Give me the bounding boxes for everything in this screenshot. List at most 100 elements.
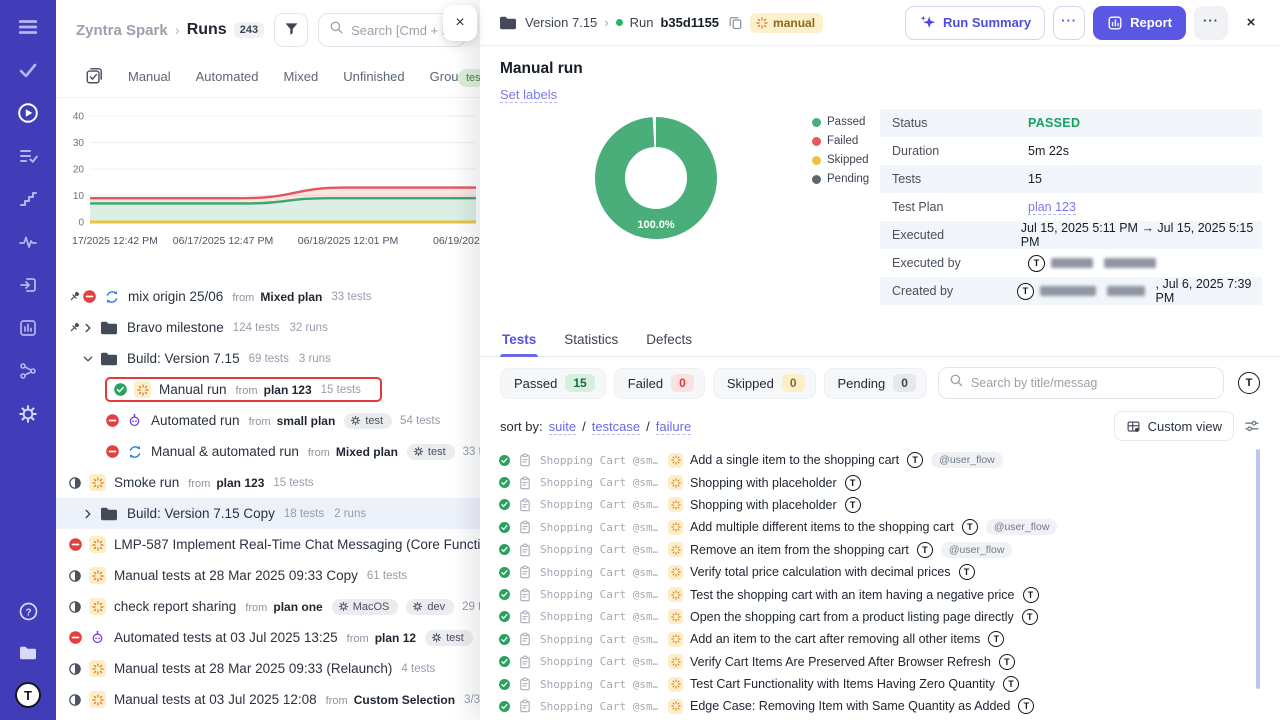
- run-from-plan: from Custom Selection: [326, 693, 455, 707]
- help-icon[interactable]: ?: [15, 598, 41, 624]
- chevron-right-icon[interactable]: [82, 322, 99, 334]
- runs-search-input[interactable]: [351, 23, 455, 38]
- tab-overflow-chip[interactable]: tes: [458, 69, 480, 87]
- select-runs-icon[interactable]: [85, 67, 103, 85]
- run-group-row[interactable]: Build: Version 7.15 Copy18 tests2 runs: [56, 498, 480, 529]
- close-run-detail-button[interactable]: ×: [1236, 6, 1266, 40]
- detail-row-created-by: Created byT, Jul 6, 2025 7:39 PM: [880, 277, 1262, 305]
- test-plans-icon[interactable]: [15, 143, 41, 169]
- tab-statistics[interactable]: Statistics: [562, 326, 620, 356]
- run-summary-button[interactable]: Run Summary: [905, 6, 1045, 40]
- test-result-row[interactable]: Shopping Cart @sm…Test the shopping cart…: [480, 583, 1280, 605]
- filter-chips: Passed15 Failed0 Skipped0 Pending0: [500, 368, 927, 399]
- filter-button[interactable]: [274, 13, 308, 47]
- tests-search-input[interactable]: [971, 376, 1213, 390]
- run-title: Manual tests at 28 Mar 2025 09:33 (Relau…: [114, 661, 392, 676]
- filter-count-badge: 0: [893, 374, 916, 392]
- run-row[interactable]: Automated runfrom small plantest54 tests: [56, 405, 480, 436]
- test-result-row[interactable]: Shopping Cart @sm…Verify total price cal…: [480, 561, 1280, 583]
- filter-skipped[interactable]: Skipped0: [713, 368, 816, 399]
- reports-icon[interactable]: [15, 315, 41, 341]
- menu-icon[interactable]: [15, 14, 41, 40]
- automated-run-icon: [126, 412, 143, 429]
- copy-icon[interactable]: [728, 15, 743, 30]
- tab-tests[interactable]: Tests: [500, 326, 538, 356]
- project-name[interactable]: Zyntra Spark: [76, 22, 168, 39]
- test-list: Shopping Cart @sm…Add a single item to t…: [480, 449, 1280, 720]
- testcase-icon: [518, 632, 532, 646]
- settings-icon[interactable]: [15, 401, 41, 427]
- set-labels-link[interactable]: Set labels: [500, 87, 557, 103]
- sort-by-suite[interactable]: suite: [549, 419, 576, 435]
- chevron-down-icon[interactable]: [82, 353, 99, 365]
- filter-pending[interactable]: Pending0: [824, 368, 927, 399]
- sort-by-failure[interactable]: failure: [656, 419, 691, 435]
- tab-defects[interactable]: Defects: [644, 326, 694, 356]
- tabs-container: ManualAutomatedMixedUnfinishedGroups: [128, 69, 472, 84]
- report-button[interactable]: Report: [1093, 6, 1186, 40]
- run-breadcrumb: Version 7.15 › Run b35d1155 manual: [498, 13, 823, 33]
- folder-icon: [498, 13, 518, 33]
- user-avatar[interactable]: T: [15, 682, 41, 708]
- tab-automated[interactable]: Automated: [196, 69, 259, 84]
- run-row[interactable]: Manual tests at 03 Jul 2025 12:08from Cu…: [56, 684, 480, 715]
- run-label: Run: [630, 15, 654, 30]
- projects-icon[interactable]: [15, 640, 41, 666]
- test-result-row[interactable]: Shopping Cart @sm…Open the shopping cart…: [480, 606, 1280, 628]
- milestones-icon[interactable]: [15, 186, 41, 212]
- funnel-icon: [283, 20, 300, 40]
- test-result-row[interactable]: Shopping Cart @sm…Shopping with placehol…: [480, 471, 1280, 493]
- filter-passed[interactable]: Passed15: [500, 368, 606, 399]
- test-result-row[interactable]: Shopping Cart @sm…Test Cart Functionalit…: [480, 673, 1280, 695]
- run-row[interactable]: Manual tests at 28 Mar 2025 09:33 Copy61…: [56, 560, 480, 591]
- test-plan-link[interactable]: plan 123: [1028, 200, 1076, 215]
- run-row[interactable]: mix origin 25/06from Mixed plan33 tests: [56, 281, 480, 312]
- run-group-row[interactable]: Build: Version 7.1569 tests3 runs: [56, 343, 480, 374]
- custom-view-button[interactable]: Custom view: [1114, 411, 1234, 441]
- run-row[interactable]: Manual tests at 28 Mar 2025 09:33 (Relau…: [56, 653, 480, 684]
- run-title: Build: Version 7.15: [127, 351, 240, 366]
- tab-unfinished[interactable]: Unfinished: [343, 69, 404, 84]
- version-label[interactable]: Version 7.15: [525, 15, 597, 30]
- test-result-row[interactable]: Shopping Cart @sm…Verify Cart Items Are …: [480, 651, 1280, 673]
- run-group-row[interactable]: Bravo milestone124 tests32 runs: [56, 312, 480, 343]
- test-result-row[interactable]: Shopping Cart @sm…Add a single item to t…: [480, 449, 1280, 471]
- integrations-icon[interactable]: [15, 358, 41, 384]
- chevron-right-icon[interactable]: [82, 508, 99, 520]
- rail-bottom: ?T: [15, 598, 41, 708]
- test-result-row[interactable]: Shopping Cart @sm…Edge Case: Removing It…: [480, 695, 1280, 717]
- detail-label: Status: [880, 116, 1028, 130]
- sort-by-testcase[interactable]: testcase: [592, 419, 640, 435]
- run-row[interactable]: Manual runfrom plan 12315 tests: [56, 374, 480, 405]
- test-list-scrollbar[interactable]: [1256, 449, 1260, 689]
- detail-label: Duration: [880, 144, 1028, 158]
- manual-run-icon: [89, 691, 106, 708]
- run-summary-section: 100.0% PassedFailedSkippedPending Status…: [480, 104, 1280, 316]
- tab-mixed[interactable]: Mixed: [284, 69, 319, 84]
- test-result-row[interactable]: Shopping Cart @sm…Add an item to the car…: [480, 628, 1280, 650]
- test-result-row[interactable]: Shopping Cart @sm…Shopping with placehol…: [480, 494, 1280, 516]
- run-row[interactable]: Manual & automated runfrom Mixed plantes…: [56, 436, 480, 467]
- tests-icon[interactable]: [15, 57, 41, 83]
- run-row[interactable]: LMP-587 Implement Real-Time Chat Messagi…: [56, 529, 480, 560]
- more-actions-button[interactable]: ···: [1194, 6, 1228, 40]
- tests-search[interactable]: [938, 367, 1224, 399]
- detail-value: T, Jul 6, 2025 7:39 PM: [1017, 277, 1262, 305]
- run-row[interactable]: check report sharingfrom plan oneMacOSde…: [56, 591, 480, 622]
- test-result-row[interactable]: Shopping Cart @sm…Remove an item from th…: [480, 539, 1280, 561]
- close-runs-panel-button[interactable]: ×: [443, 5, 477, 41]
- view-settings-icon[interactable]: [1244, 418, 1260, 434]
- run-summary-more-button[interactable]: ···: [1053, 6, 1085, 40]
- activity-icon[interactable]: [15, 229, 41, 255]
- tab-manual[interactable]: Manual: [128, 69, 171, 84]
- requirements-icon[interactable]: [15, 272, 41, 298]
- run-row[interactable]: Smoke runfrom plan 12315 tests: [56, 467, 480, 498]
- test-result-row[interactable]: Shopping Cart @sm…Add multiple different…: [480, 516, 1280, 538]
- filter-failed[interactable]: Failed0: [614, 368, 705, 399]
- assignee-avatar[interactable]: T: [1238, 372, 1260, 394]
- run-title: Automated tests at 03 Jul 2025 13:25: [114, 630, 338, 645]
- run-row[interactable]: Automated tests at 03 Jul 2025 13:25from…: [56, 622, 480, 653]
- run-status-dot: [616, 19, 623, 26]
- redacted-name: [1104, 258, 1156, 268]
- runs-icon[interactable]: [15, 100, 41, 126]
